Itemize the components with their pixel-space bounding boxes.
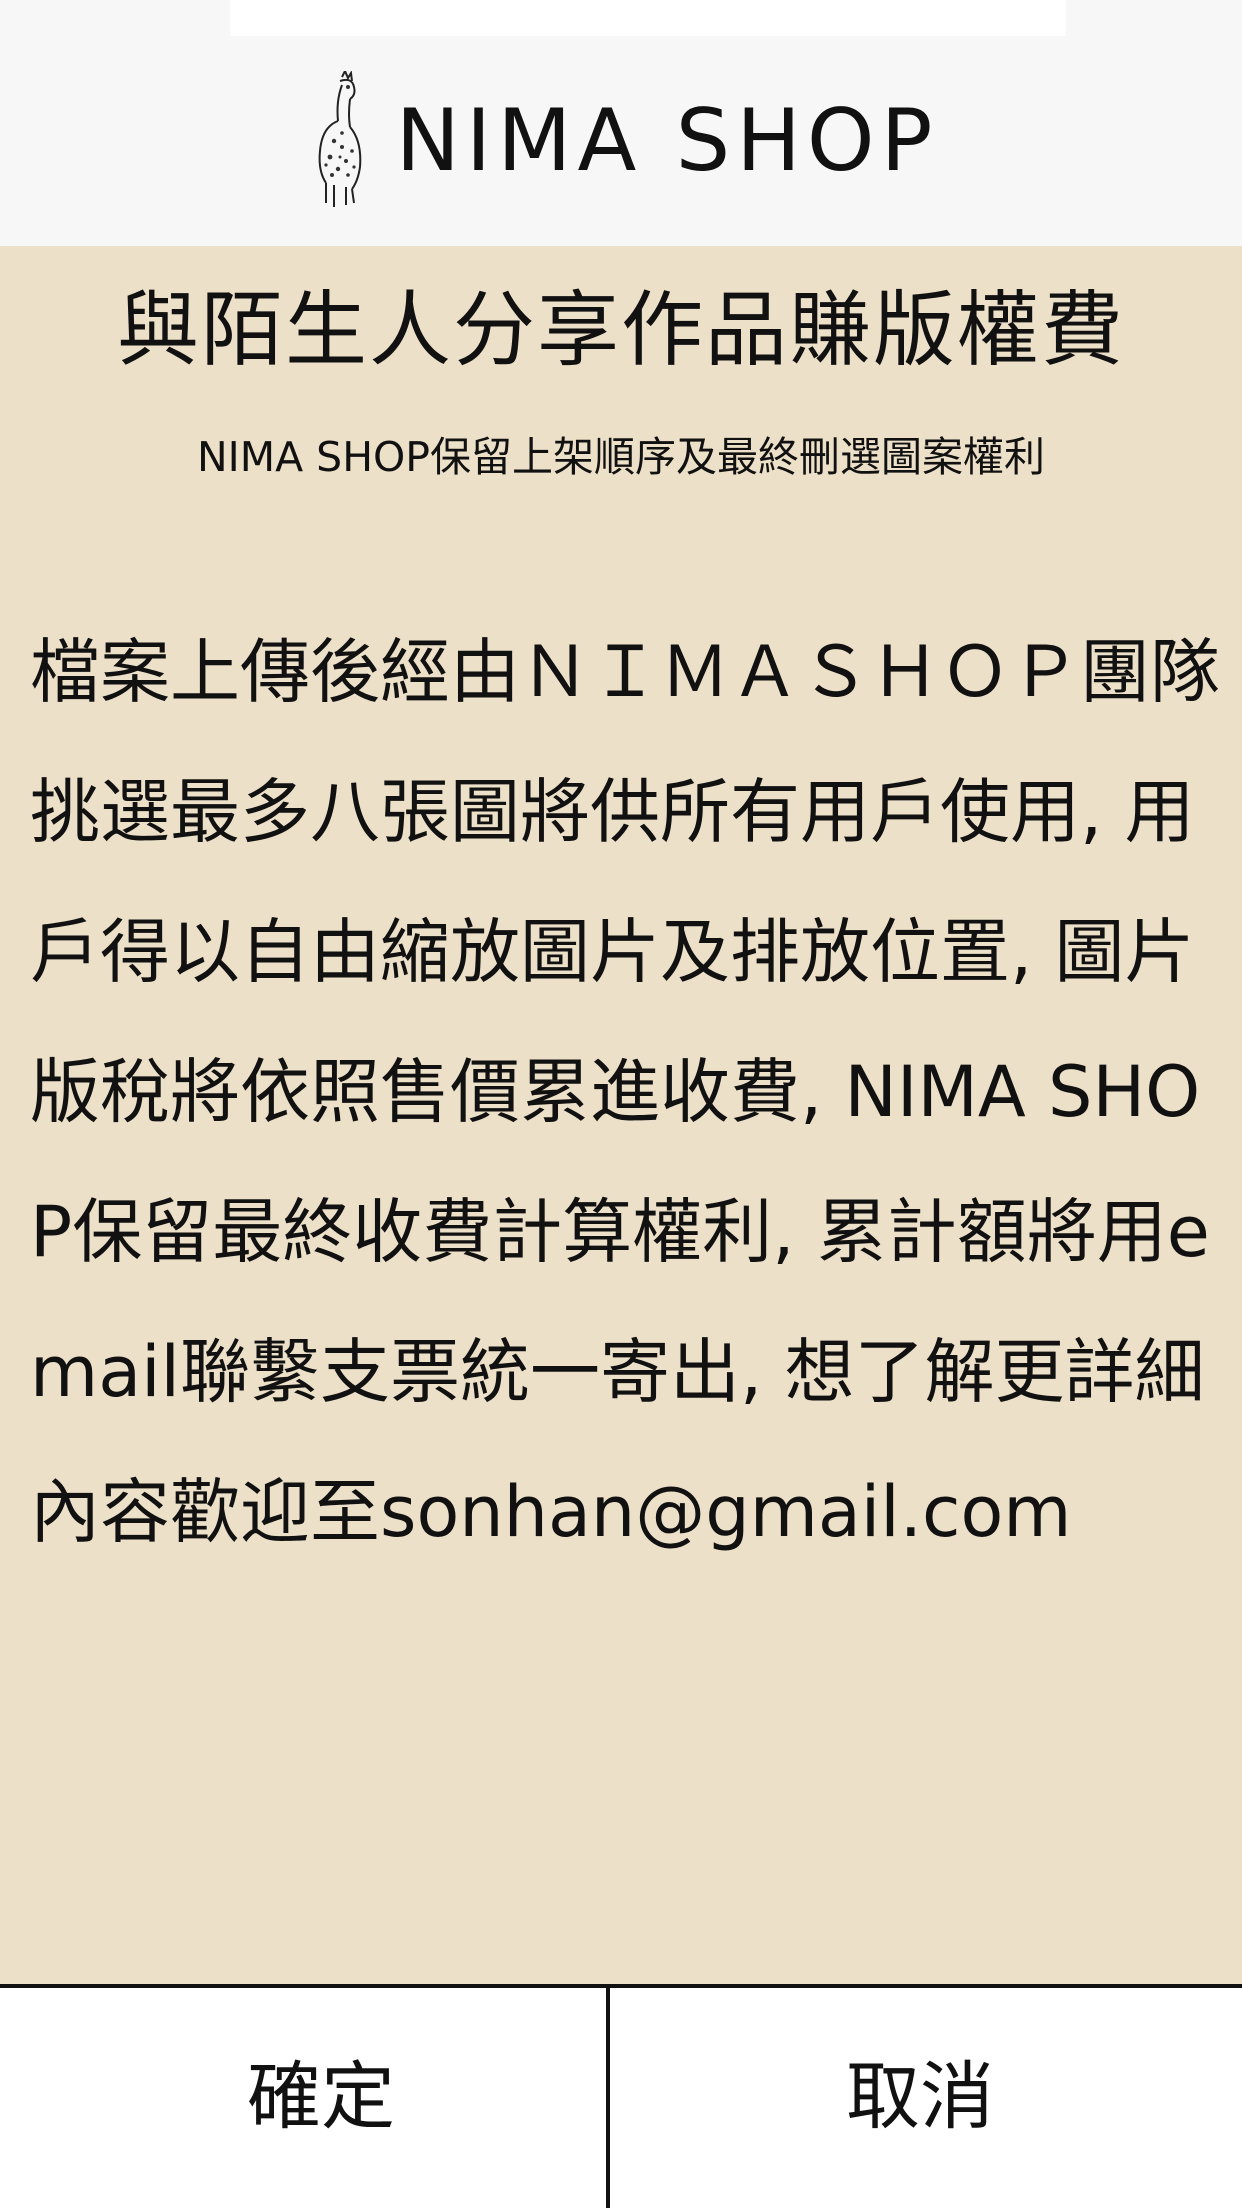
header: NIMA SHOP [0,36,1242,246]
dialog-content: 與陌生人分享作品賺版權費 NIMA SHOP保留上架順序及最終刪選圖案權利 檔案… [0,246,1242,1984]
brand-name: NIMA SHOP [395,91,939,191]
dialog-subtitle: NIMA SHOP保留上架順序及最終刪選圖案權利 [196,433,1046,481]
page: NIMA SHOP 與陌生人分享作品賺版權費 NIMA SHOP保留上架順序及最… [0,0,1242,2208]
cancel-button[interactable]: 取消 [610,1992,1230,2188]
top-strip [230,0,1066,36]
dialog-body: 檔案上傳後經由ＮＩＭＡＳＨＯＰ團隊挑選最多八張圖將供所有用戶使用, 用戶得以自由… [30,631,1220,1553]
confirm-button[interactable]: 確定 [36,1992,606,2188]
alpaca-icon [318,71,361,207]
dialog-footer: 確定 取消 [0,1984,1242,2208]
dialog-title: 與陌生人分享作品賺版權費 [116,283,1125,378]
